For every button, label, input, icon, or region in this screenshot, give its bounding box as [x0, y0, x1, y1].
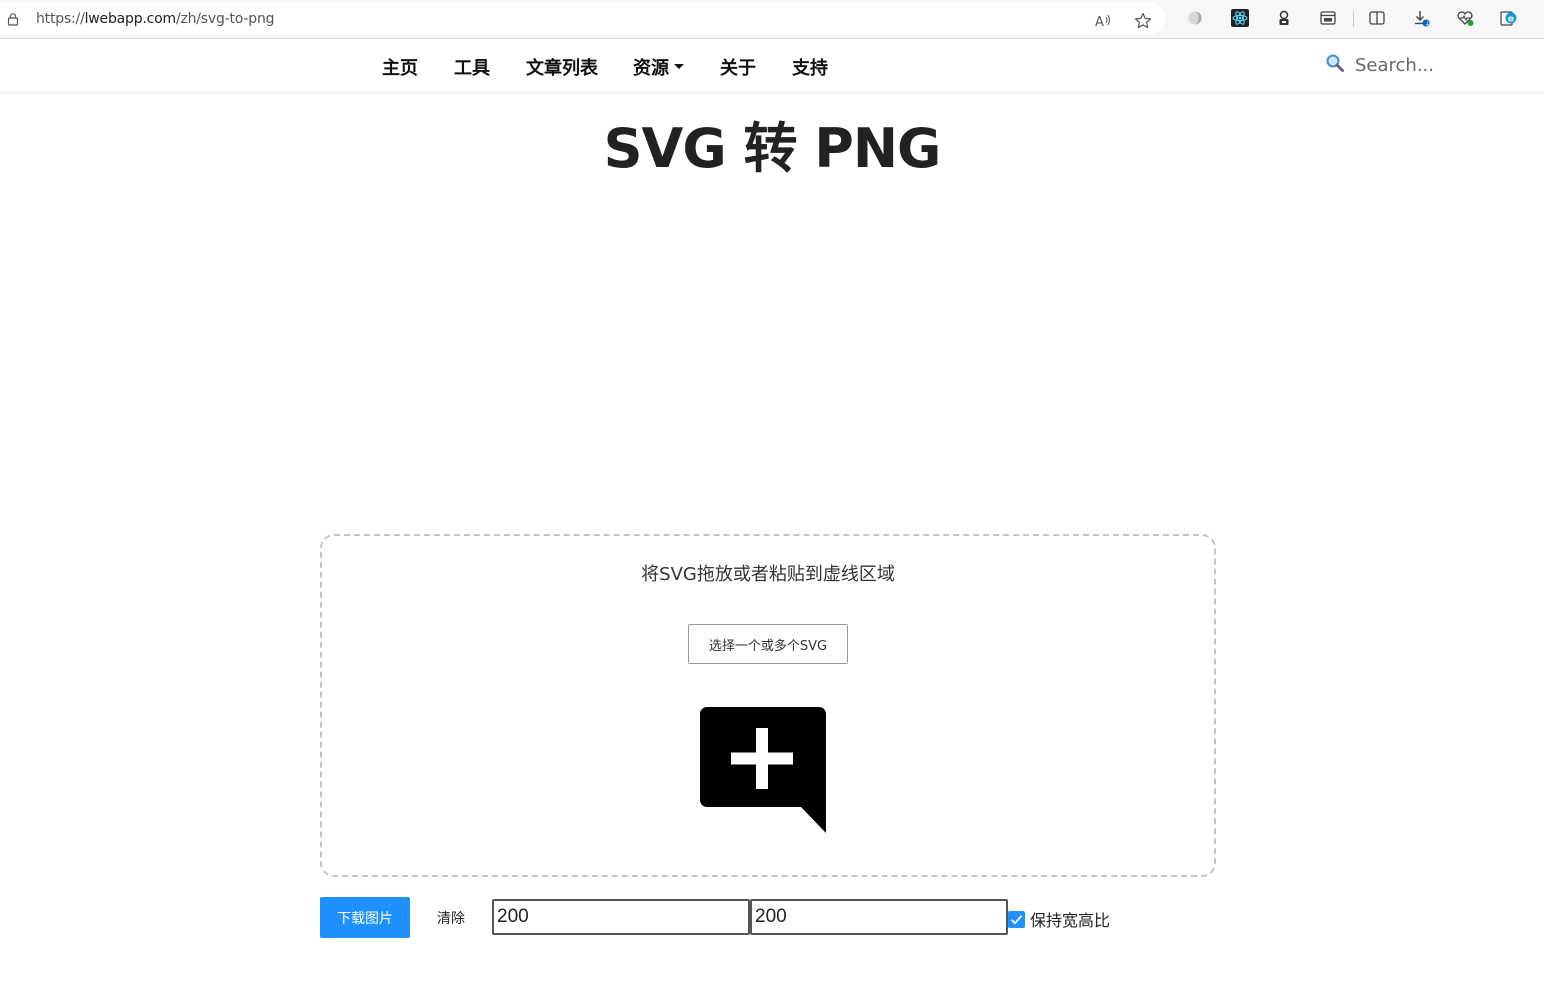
svg-text:A: A	[1095, 15, 1104, 30]
extension-2-icon[interactable]	[1275, 9, 1293, 27]
nav-home[interactable]: 主页	[382, 54, 418, 80]
clear-button[interactable]: 清除	[428, 897, 474, 938]
keep-aspect-ratio-option[interactable]: 保持宽高比	[1008, 907, 1110, 931]
extension-3-icon[interactable]	[1319, 9, 1337, 27]
nav-support[interactable]: 支持	[792, 54, 828, 80]
chevron-down-icon	[674, 63, 684, 69]
nav-resources-label: 资源	[633, 58, 669, 79]
search-input[interactable]	[1355, 54, 1475, 76]
checkmark-icon	[1010, 914, 1023, 925]
browser-essentials-icon[interactable]	[1456, 9, 1474, 27]
react-devtools-icon[interactable]	[1231, 9, 1249, 27]
drop-hint-text: 将SVG拖放或者粘贴到虚线区域	[641, 564, 895, 585]
url-path: /zh/svg-to-png	[175, 11, 275, 27]
address-bar[interactable]: https://lwebapp.com/zh/svg-to-png A	[0, 3, 1166, 34]
extension-icon[interactable]	[1186, 9, 1204, 27]
width-input[interactable]	[492, 899, 750, 935]
lock-icon[interactable]	[6, 12, 20, 26]
svg-text:↓: ↓	[1425, 20, 1430, 27]
keep-aspect-ratio-label: 保持宽高比	[1030, 911, 1111, 930]
add-comment-icon[interactable]	[700, 707, 827, 833]
edge-icon[interactable]: e	[1500, 9, 1518, 27]
keep-aspect-ratio-checkbox[interactable]	[1008, 910, 1025, 928]
url-prefix: https://	[36, 11, 85, 27]
nav-about[interactable]: 关于	[720, 54, 756, 80]
download-image-button[interactable]: 下载图片	[320, 897, 410, 938]
downloads-icon[interactable]: ↓	[1412, 9, 1430, 27]
svg-drop-zone[interactable]: 将SVG拖放或者粘贴到虚线区域 选择一个或多个SVG	[320, 534, 1216, 877]
browser-toolbar: https://lwebapp.com/zh/svg-to-png A ↓ e	[0, 0, 1544, 39]
select-svg-button[interactable]: 选择一个或多个SVG	[688, 624, 848, 664]
search-box	[1325, 53, 1475, 77]
split-screen-icon[interactable]	[1368, 9, 1386, 27]
favorite-star-icon[interactable]	[1134, 12, 1152, 30]
toolbar-divider	[1353, 11, 1354, 27]
read-aloud-icon[interactable]: A	[1094, 12, 1112, 30]
nav-tools[interactable]: 工具	[454, 54, 490, 80]
nav-articles[interactable]: 文章列表	[526, 54, 598, 80]
height-input[interactable]	[750, 899, 1008, 935]
url-text[interactable]: https://lwebapp.com/zh/svg-to-png	[36, 11, 275, 27]
nav-resources-dropdown[interactable]: 资源	[633, 54, 684, 80]
svg-text:e: e	[1508, 14, 1514, 24]
url-host: lwebapp.com	[84, 11, 177, 27]
search-icon	[1325, 53, 1355, 78]
page-title: SVG 转 PNG	[603, 117, 942, 180]
site-navbar: 主页 工具 文章列表 资源 关于 支持	[0, 39, 1544, 93]
